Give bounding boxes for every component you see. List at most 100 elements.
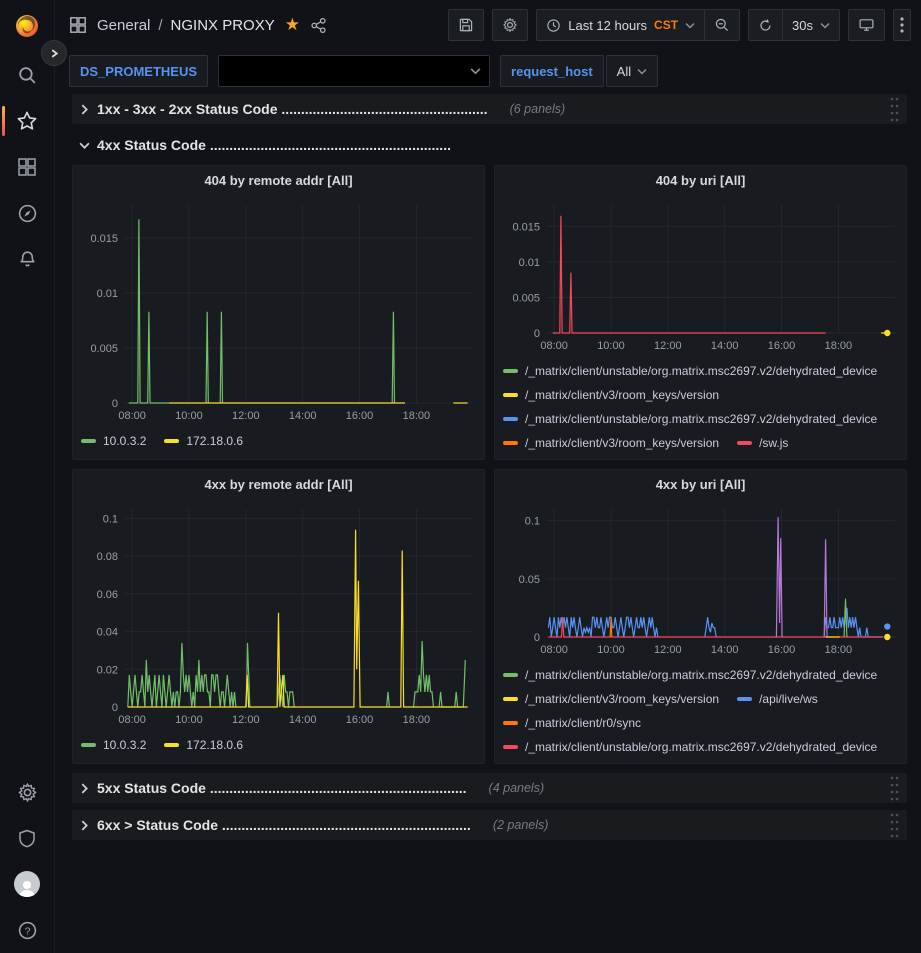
- row-drag-handle-icon[interactable]: [889, 812, 899, 838]
- legend-item[interactable]: /_matrix/client/r0/sync: [503, 715, 641, 731]
- time-range-label: Last 12 hours: [568, 18, 647, 33]
- row-1xx-3xx-2xx[interactable]: 1xx - 3xx - 2xx Status Code ............…: [72, 94, 907, 124]
- page-title[interactable]: NGINX PROXY: [171, 17, 275, 34]
- svg-text:08:00: 08:00: [540, 644, 568, 656]
- legend-item[interactable]: /_matrix/client/unstable/org.matrix.msc2…: [503, 411, 877, 427]
- breadcrumb-separator: /: [158, 17, 162, 34]
- chart-legend: 10.0.3.2 172.18.0.6: [81, 433, 476, 449]
- svg-text:14:00: 14:00: [711, 644, 739, 656]
- shield-icon: [17, 828, 37, 849]
- svg-text:12:00: 12:00: [654, 644, 682, 656]
- help-icon: ?: [17, 920, 38, 941]
- svg-text:0.04: 0.04: [97, 627, 118, 639]
- panel-title[interactable]: 4xx by remote addr [All]: [81, 470, 476, 500]
- row-4xx[interactable]: 4xx Status Code ........................…: [72, 131, 907, 159]
- request-host-label[interactable]: request_host: [500, 55, 604, 87]
- grid-icon: [69, 16, 87, 34]
- panel-404-by-remote-addr: 404 by remote addr [All] 00.0050.010.015…: [72, 165, 485, 460]
- refresh-interval-picker[interactable]: 30s: [783, 9, 840, 41]
- legend-item[interactable]: /api/live/ws: [737, 691, 818, 707]
- legend-item[interactable]: /_matrix/client/unstable/org.matrix.msc2…: [503, 667, 877, 683]
- time-range-picker[interactable]: Last 12 hours CST: [536, 9, 705, 41]
- chart-legend: 10.0.3.2 172.18.0.6: [81, 737, 476, 753]
- svg-text:18:00: 18:00: [403, 714, 431, 726]
- legend-item[interactable]: 172.18.0.6: [164, 737, 243, 753]
- panel-title[interactable]: 404 by uri [All]: [503, 166, 898, 196]
- row-drag-handle-icon[interactable]: [889, 96, 899, 122]
- datasource-variable-label[interactable]: DS_PROMETHEUS: [69, 55, 208, 87]
- request-host-select[interactable]: All: [606, 55, 658, 87]
- request-host-value: All: [617, 64, 631, 79]
- row-drag-handle-icon[interactable]: [889, 775, 899, 801]
- legend-item[interactable]: /_matrix/client/v3/room_keys/version: [503, 387, 719, 403]
- compass-icon: [17, 203, 38, 224]
- favorite-star-icon[interactable]: ★: [285, 15, 300, 35]
- zoom-out-button[interactable]: [705, 9, 740, 41]
- datasource-variable-select[interactable]: [218, 55, 490, 87]
- svg-text:0.015: 0.015: [512, 221, 540, 233]
- breadcrumb-folder[interactable]: General: [97, 17, 150, 34]
- sidebar-item-profile[interactable]: [0, 861, 55, 907]
- svg-text:0: 0: [112, 702, 118, 714]
- save-dashboard-button[interactable]: [448, 9, 484, 41]
- row-6xx[interactable]: 6xx > Status Code ......................…: [72, 810, 907, 840]
- legend-series-mark: [737, 441, 752, 445]
- sidebar-item-dashboards[interactable]: [0, 144, 55, 190]
- sidebar-expand-button[interactable]: [41, 40, 67, 66]
- panel-title[interactable]: 404 by remote addr [All]: [81, 166, 476, 196]
- svg-text:0.08: 0.08: [97, 551, 118, 563]
- share-button[interactable]: [310, 17, 327, 34]
- dashboard-body: 1xx - 3xx - 2xx Status Code ............…: [55, 92, 921, 953]
- chart-4xx-by-uri[interactable]: 00.050.108:0010:0012:0014:0016:0018:00: [503, 500, 900, 660]
- chart-4xx-by-remote-addr[interactable]: 00.020.040.060.080.108:0010:0012:0014:00…: [81, 500, 478, 730]
- zoom-out-icon: [714, 17, 730, 33]
- svg-text:0: 0: [534, 328, 540, 340]
- request-host-variable: request_host All: [500, 55, 658, 87]
- chevron-right-icon: [80, 783, 89, 794]
- legend-item[interactable]: /sw.js: [737, 435, 788, 451]
- legend-series-mark: [503, 417, 518, 421]
- legend-item[interactable]: /_matrix/client/unstable/org.matrix.msc2…: [503, 363, 877, 379]
- legend-series-mark: [503, 441, 518, 445]
- refresh-button[interactable]: [748, 9, 783, 41]
- tv-mode-button[interactable]: [848, 9, 885, 41]
- legend-series-mark: [503, 673, 518, 677]
- svg-text:10:00: 10:00: [597, 644, 625, 656]
- svg-text:0.01: 0.01: [519, 257, 540, 269]
- dashboards-grid-icon: [17, 157, 37, 177]
- legend-series-mark: [164, 743, 179, 747]
- panel-title[interactable]: 4xx by uri [All]: [503, 470, 898, 500]
- legend-series-label: 10.0.3.2: [103, 738, 146, 752]
- svg-text:0.06: 0.06: [97, 589, 118, 601]
- svg-text:0.02: 0.02: [97, 664, 118, 676]
- sidebar-item-configuration[interactable]: [0, 769, 55, 815]
- gear-icon: [502, 17, 518, 33]
- monitor-icon: [858, 17, 875, 33]
- sidebar-item-explore[interactable]: [0, 190, 55, 236]
- legend-item[interactable]: 172.18.0.6: [164, 433, 243, 449]
- chart-404-by-uri[interactable]: 00.0050.010.01508:0010:0012:0014:0016:00…: [503, 196, 900, 356]
- dashboard-settings-button[interactable]: [492, 9, 528, 41]
- svg-text:10:00: 10:00: [175, 714, 203, 726]
- sidebar-item-alerting[interactable]: [0, 236, 55, 282]
- row-5xx[interactable]: 5xx Status Code ........................…: [72, 773, 907, 803]
- sidebar-item-help[interactable]: ?: [0, 907, 55, 953]
- legend-item[interactable]: /_matrix/client/v3/room_keys/version: [503, 691, 719, 707]
- svg-text:0.015: 0.015: [90, 233, 118, 245]
- legend-item[interactable]: /_matrix/client/unstable/org.matrix.msc2…: [503, 739, 877, 755]
- legend-item[interactable]: 10.0.3.2: [81, 433, 146, 449]
- svg-text:0.1: 0.1: [525, 516, 540, 528]
- legend-series-mark: [503, 697, 518, 701]
- legend-series-label: /_matrix/client/v3/room_keys/version: [525, 692, 719, 706]
- chart-404-by-remote-addr[interactable]: 00.0050.010.01508:0010:0012:0014:0016:00…: [81, 196, 478, 426]
- legend-item[interactable]: /_matrix/client/v3/room_keys/version: [503, 435, 719, 451]
- svg-text:08:00: 08:00: [118, 410, 146, 422]
- legend-item[interactable]: 10.0.3.2: [81, 737, 146, 753]
- sidebar-item-server-admin[interactable]: [0, 815, 55, 861]
- legend-series-mark: [503, 721, 518, 725]
- sidebar-item-starred[interactable]: [0, 98, 55, 144]
- dashboard-apps-icon[interactable]: [69, 16, 87, 34]
- legend-series-mark: [81, 743, 96, 747]
- more-options-button[interactable]: [893, 9, 911, 41]
- grafana-app: ? General / NGINX PROXY ★: [0, 0, 921, 953]
